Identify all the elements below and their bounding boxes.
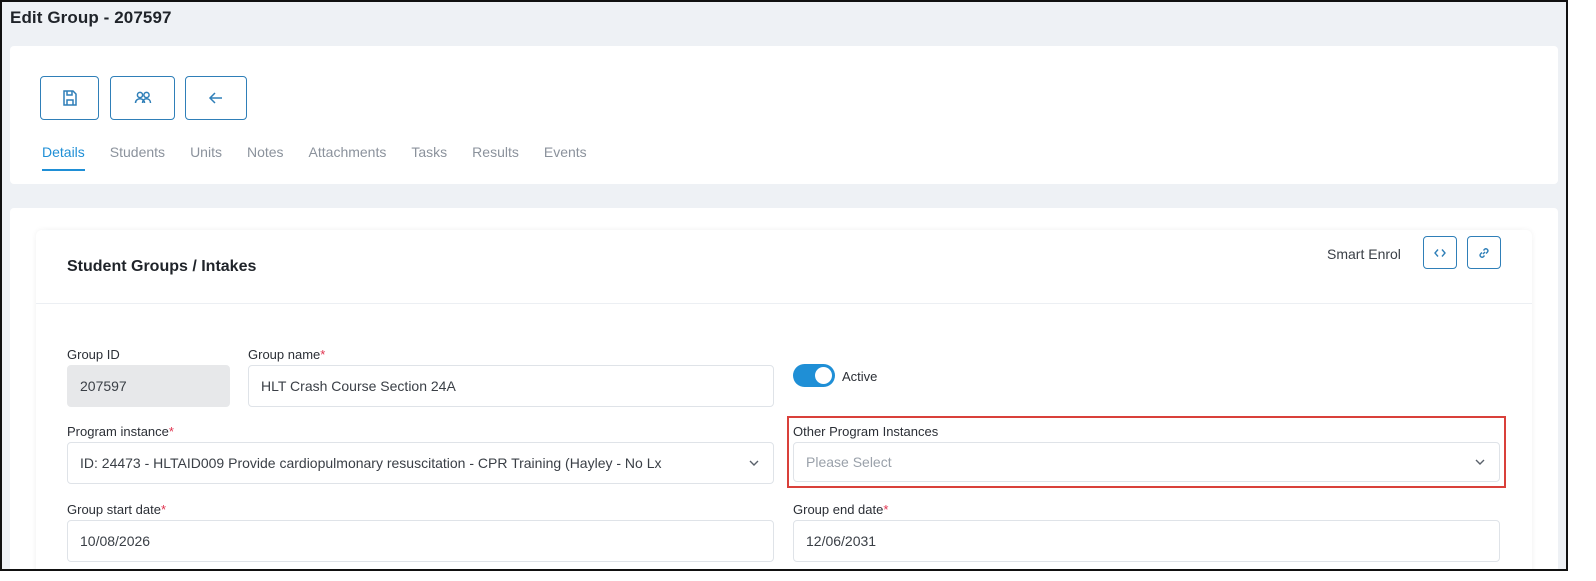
group-id-value: 207597: [80, 378, 127, 394]
group-start-date-label: Group start date*: [67, 502, 166, 517]
group-end-date-label-text: Group end date: [793, 502, 884, 517]
group-name-label-text: Group name: [248, 347, 321, 362]
tab-units[interactable]: Units: [190, 144, 222, 171]
users-icon: [134, 91, 151, 104]
active-toggle[interactable]: [793, 364, 835, 387]
required-marker: *: [160, 502, 167, 517]
group-name-value: HLT Crash Course Section 24A: [261, 378, 456, 394]
back-button[interactable]: [185, 76, 247, 120]
group-start-date-label-text: Group start date: [67, 502, 161, 517]
group-end-date-input[interactable]: 12/06/2031: [793, 520, 1500, 562]
group-end-date-value: 12/06/2031: [806, 533, 877, 549]
program-instance-label-text: Program instance: [67, 424, 169, 439]
smart-enrol-label: Smart Enrol: [1327, 246, 1401, 262]
chevron-down-icon: [1475, 459, 1485, 465]
tab-attachments[interactable]: Attachments: [309, 144, 387, 171]
code-icon: [1434, 248, 1446, 257]
student-groups-panel: Student Groups / Intakes Smart Enrol Gro…: [36, 230, 1532, 569]
save-icon: [62, 90, 77, 106]
link-icon: [1479, 247, 1489, 258]
required-marker: *: [320, 347, 326, 362]
smart-enrol-link-button[interactable]: [1467, 236, 1501, 269]
tab-details[interactable]: Details: [42, 144, 85, 171]
group-name-label: Group name*: [248, 347, 325, 362]
tab-events[interactable]: Events: [544, 144, 587, 171]
group-end-date-label: Group end date*: [793, 502, 888, 517]
other-program-instances-label: Other Program Instances: [793, 424, 939, 439]
program-instance-label: Program instance*: [67, 424, 174, 439]
panel-title: Student Groups / Intakes: [67, 258, 257, 275]
smart-enrol-embed-button[interactable]: [1423, 236, 1457, 269]
group-start-date-input[interactable]: 10/08/2026: [67, 520, 774, 562]
group-id-label: Group ID: [67, 347, 120, 362]
program-instance-value: ID: 24473 - HLTAID009 Provide cardiopulm…: [80, 455, 662, 471]
save-button[interactable]: [40, 76, 99, 120]
program-instance-select[interactable]: ID: 24473 - HLTAID009 Provide cardiopulm…: [67, 442, 774, 484]
students-button[interactable]: [110, 76, 175, 120]
tab-tasks[interactable]: Tasks: [411, 144, 447, 171]
tab-bar: Details Students Units Notes Attachments…: [42, 144, 612, 171]
arrow-left-icon: [208, 92, 222, 104]
required-marker: *: [883, 502, 889, 517]
toolbar-card: Details Students Units Notes Attachments…: [10, 46, 1558, 184]
toggle-knob: [815, 367, 832, 384]
chevron-down-icon: [749, 460, 759, 466]
page-title: Edit Group - 207597: [10, 8, 172, 27]
panel-header: Student Groups / Intakes Smart Enrol: [36, 230, 1532, 304]
group-name-input[interactable]: HLT Crash Course Section 24A: [248, 365, 774, 407]
details-card: Student Groups / Intakes Smart Enrol Gro…: [10, 208, 1558, 569]
other-program-instances-select[interactable]: Please Select: [793, 442, 1500, 482]
group-id-field: 207597: [67, 365, 230, 407]
group-start-date-value: 10/08/2026: [80, 533, 151, 549]
other-program-instances-placeholder: Please Select: [806, 454, 892, 470]
tab-results[interactable]: Results: [472, 144, 519, 171]
app-frame: Edit Group - 207597 Details Students Uni…: [0, 0, 1568, 571]
tab-students[interactable]: Students: [110, 144, 165, 171]
required-marker: *: [168, 424, 174, 439]
tab-notes[interactable]: Notes: [247, 144, 284, 171]
active-label: Active: [842, 369, 878, 384]
